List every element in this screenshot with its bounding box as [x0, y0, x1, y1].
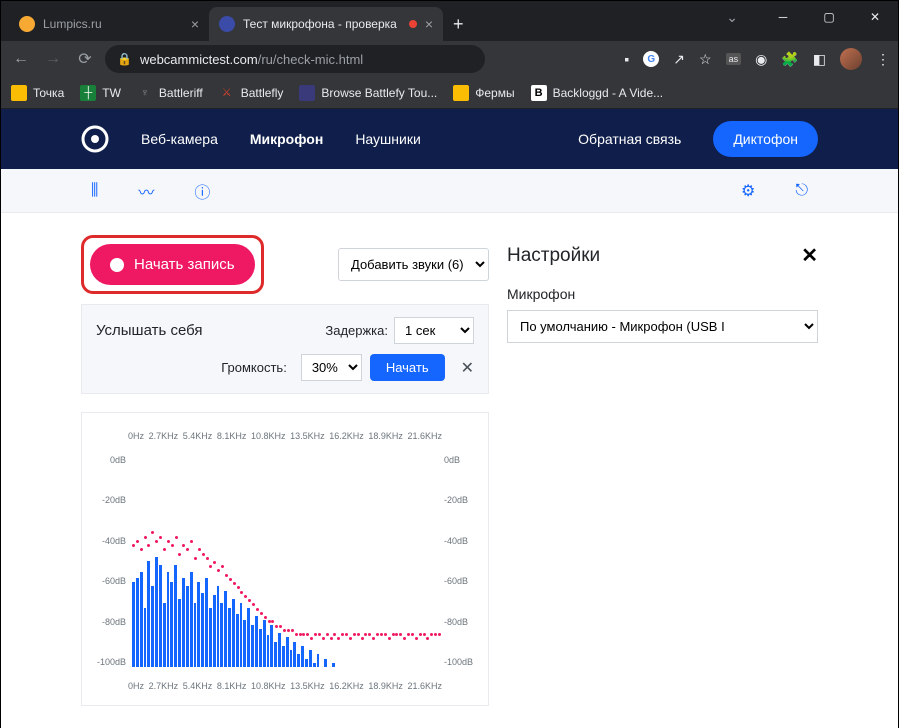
- bookmark-item[interactable]: BBackloggd - A Vide...: [531, 85, 664, 101]
- start-hearing-button[interactable]: Начать: [370, 354, 445, 381]
- maximize-button[interactable]: ▢: [806, 1, 852, 33]
- settings-panel: Настройки ✕ Микрофон По умолчанию - Микр…: [507, 235, 818, 706]
- extension-icon[interactable]: as: [726, 53, 742, 65]
- hear-title: Услышать себя: [96, 322, 203, 339]
- new-tab-button[interactable]: +: [443, 8, 474, 41]
- star-icon[interactable]: ☆: [699, 51, 712, 68]
- bookmark-item[interactable]: ⚔Battlefly: [219, 85, 284, 101]
- info-icon[interactable]: ⓘ: [194, 179, 210, 203]
- start-recording-button[interactable]: Начать запись: [90, 244, 255, 285]
- minimize-button[interactable]: ─: [760, 1, 806, 33]
- bookmark-item[interactable]: Фермы: [453, 85, 514, 101]
- db-axis-left: 0dB-20dB-40dB-60dB-80dB-100dB: [96, 455, 126, 667]
- profile-avatar[interactable]: [840, 48, 862, 70]
- gear-icon[interactable]: ⚙: [741, 181, 755, 201]
- record-dot-icon: [110, 258, 124, 272]
- dictaphone-button[interactable]: Диктофон: [713, 121, 818, 157]
- chart-plot: [132, 455, 438, 667]
- nav-feedback[interactable]: Обратная связь: [578, 131, 681, 147]
- nav-webcam[interactable]: Веб-камера: [141, 131, 218, 147]
- bookmark-item[interactable]: Browse Battlefy Tou...: [299, 85, 437, 101]
- volume-label: Громкость:: [221, 360, 287, 375]
- recording-indicator-icon: [409, 20, 417, 28]
- spectrum-chart: 0Hz2.7KHz5.4KHz8.1KHz10.8KHz13.5KHz16.2K…: [81, 412, 489, 706]
- reload-button[interactable]: ⟳: [73, 49, 97, 69]
- forward-button[interactable]: →: [41, 50, 65, 68]
- menu-icon[interactable]: ⋮: [876, 51, 890, 68]
- back-button[interactable]: ←: [9, 50, 33, 68]
- add-sounds-select[interactable]: Добавить звуки (6): [338, 248, 489, 281]
- settings-title: Настройки: [507, 245, 600, 267]
- bookmarks-bar: Точка ┼TW ♆Battleriff ⚔Battlefly Browse …: [1, 77, 898, 109]
- exit-icon[interactable]: ⎋: [795, 182, 808, 200]
- close-icon[interactable]: ✕: [801, 243, 818, 268]
- tab-title: Lumpics.ru: [43, 17, 102, 31]
- freq-axis-top: 0Hz2.7KHz5.4KHz8.1KHz10.8KHz13.5KHz16.2K…: [96, 431, 474, 441]
- browser-titlebar: Lumpics.ru × Тест микрофона - проверка ×…: [1, 1, 898, 41]
- side-panel-icon[interactable]: ◧: [813, 51, 826, 68]
- page-content: Веб-камера Микрофон Наушники Обратная св…: [1, 109, 898, 728]
- waveform-icon[interactable]: ⫼: [91, 182, 98, 200]
- nav-headphones[interactable]: Наушники: [355, 131, 420, 147]
- db-axis-right: 0dB-20dB-40dB-60dB-80dB-100dB: [444, 455, 474, 667]
- url-input[interactable]: 🔒 webcammictest.com/ru/check-mic.html: [105, 45, 485, 73]
- record-label: Начать запись: [134, 256, 235, 273]
- close-icon[interactable]: ×: [191, 16, 199, 32]
- url-text: webcammictest.com/ru/check-mic.html: [140, 52, 363, 67]
- nav-microphone[interactable]: Микрофон: [250, 131, 323, 147]
- chevron-down-icon[interactable]: ⌄: [726, 9, 738, 26]
- browser-tab-2[interactable]: Тест микрофона - проверка ×: [209, 7, 443, 41]
- tab-title: Тест микрофона - проверка: [243, 17, 397, 31]
- bookmark-item[interactable]: ┼TW: [80, 85, 121, 101]
- site-navigation: Веб-камера Микрофон Наушники Обратная св…: [1, 109, 898, 169]
- google-icon[interactable]: G: [643, 51, 659, 67]
- share-icon[interactable]: ↗: [673, 51, 685, 68]
- mic-label: Микрофон: [507, 286, 818, 302]
- window-controls: ─ ▢ ✕: [760, 1, 898, 33]
- address-bar: ← → ⟳ 🔒 webcammictest.com/ru/check-mic.h…: [1, 41, 898, 77]
- volume-select[interactable]: 30%: [301, 354, 362, 381]
- freq-axis-bottom: 0Hz2.7KHz5.4KHz8.1KHz10.8KHz13.5KHz16.2K…: [96, 681, 474, 691]
- close-window-button[interactable]: ✕: [852, 1, 898, 33]
- microphone-select[interactable]: По умолчанию - Микрофон (USB I: [507, 310, 818, 343]
- chart-line-icon[interactable]: 〰: [138, 179, 154, 203]
- bookmark-item[interactable]: ♆Battleriff: [137, 85, 203, 101]
- camera-icon[interactable]: ▪: [624, 51, 629, 67]
- record-highlight: Начать запись: [81, 235, 264, 294]
- extensions-icon[interactable]: 🧩: [781, 51, 798, 68]
- delay-label: Задержка:: [325, 323, 388, 338]
- lock-icon: 🔒: [117, 52, 132, 66]
- hear-yourself-panel: Услышать себя Задержка: 1 сек Громкость:…: [81, 304, 489, 394]
- delay-select[interactable]: 1 сек: [394, 317, 474, 344]
- close-icon[interactable]: ✕: [461, 358, 474, 378]
- extension-icon[interactable]: ◉: [755, 51, 767, 68]
- close-icon[interactable]: ×: [425, 16, 433, 32]
- tab-favicon: [219, 16, 235, 32]
- site-logo[interactable]: [81, 125, 109, 153]
- tab-favicon: [19, 16, 35, 32]
- bookmark-item[interactable]: Точка: [11, 85, 64, 101]
- page-toolbar: ⫼ 〰 ⓘ ⚙ ⎋: [1, 169, 898, 213]
- browser-tab-1[interactable]: Lumpics.ru ×: [9, 7, 209, 41]
